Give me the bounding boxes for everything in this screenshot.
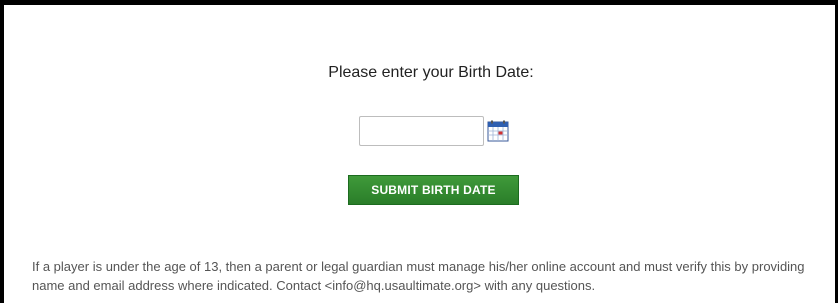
under-13-notice: If a player is under the age of 13, then… xyxy=(32,259,805,293)
calendar-icon[interactable] xyxy=(487,120,509,142)
submit-birthdate-button[interactable]: SUBMIT BIRTH DATE xyxy=(348,175,519,205)
page-frame: Please enter your Birth Date: SUBMIT BIR… xyxy=(0,0,838,303)
birthdate-prompt: Please enter your Birth Date: xyxy=(328,64,534,81)
birthdate-input[interactable] xyxy=(359,116,484,146)
